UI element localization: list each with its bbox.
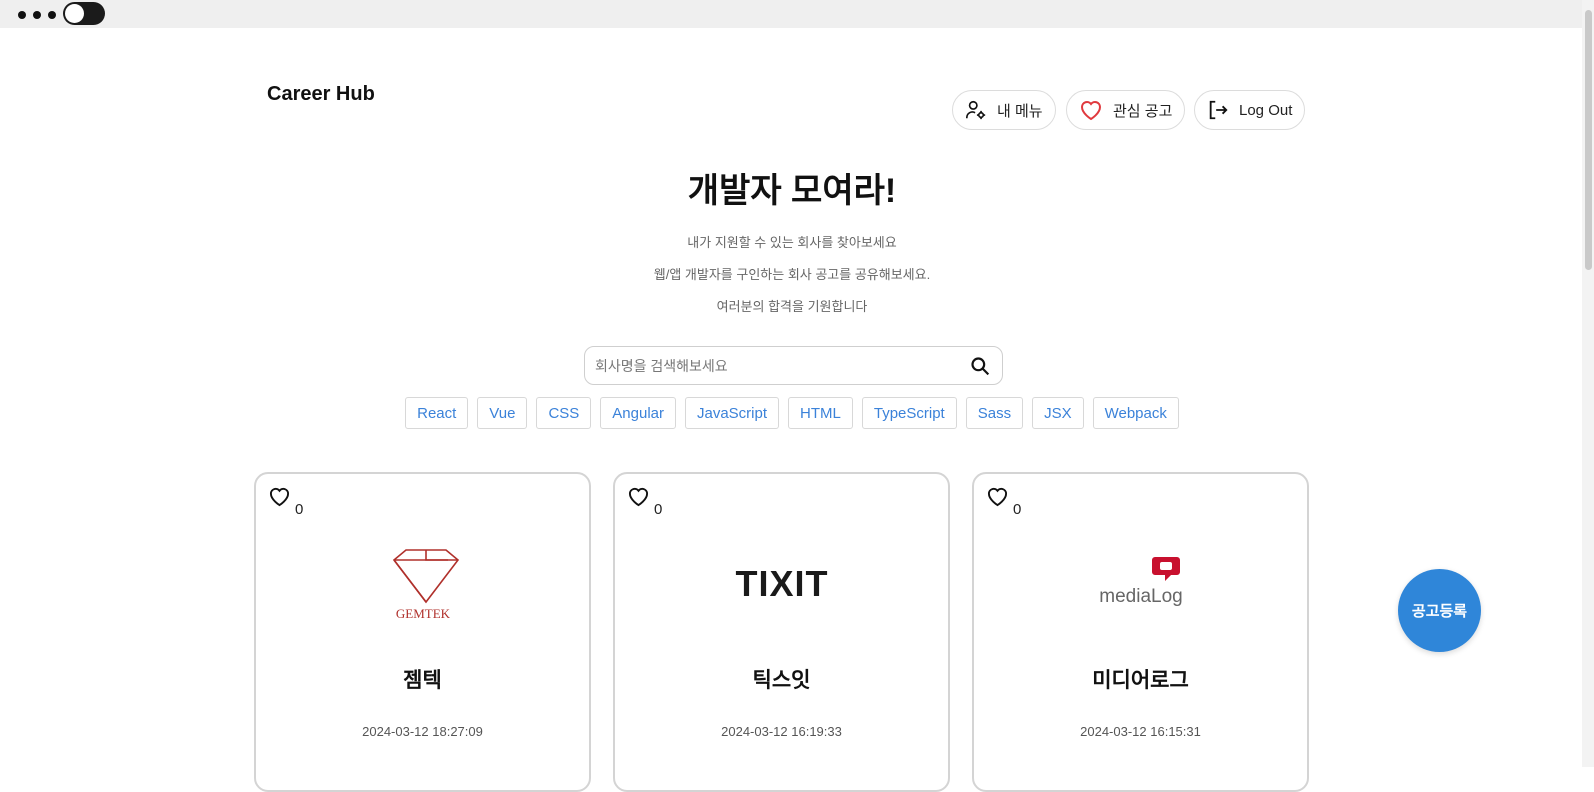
company-logo: TIXIT [615, 544, 948, 624]
job-card[interactable]: 0 mediaLog 미디어로그 2024-03-12 16:15:31 [972, 472, 1309, 792]
like-count: 0 [295, 501, 304, 518]
theme-toggle[interactable] [63, 2, 105, 25]
post-job-button[interactable]: 공고등록 [1398, 569, 1481, 652]
like-toggle[interactable]: 0 [986, 486, 1021, 518]
user-settings-icon [965, 99, 987, 121]
scrollbar[interactable] [1582, 0, 1594, 767]
window-dots [18, 11, 56, 19]
logout-icon [1207, 99, 1229, 121]
job-card[interactable]: 0 GEMTEK 젬텍 2024-03-12 18:27:09 [254, 472, 591, 792]
brand-logo[interactable]: Career Hub [267, 83, 375, 106]
heart-icon [1079, 99, 1103, 121]
tag-sass[interactable]: Sass [965, 397, 1024, 429]
hero-subtitle-1: 내가 지원할 수 있는 회사를 찾아보세요 [687, 235, 897, 250]
logout-button[interactable]: Log Out [1194, 90, 1306, 130]
company-name: 미디어로그 [1092, 669, 1189, 692]
hero-subtitle-2: 웹/앱 개발자를 구인하는 회사 공고를 공유해보세요. [653, 267, 931, 282]
search-box [584, 346, 1003, 385]
hero-subtitle-3: 여러분의 합격을 기원합니다 [716, 299, 868, 314]
logout-label: Log Out [1239, 101, 1293, 119]
company-logo: GEMTEK [256, 544, 589, 624]
like-toggle[interactable]: 0 [627, 486, 662, 518]
like-count: 0 [1013, 501, 1022, 518]
tag-css[interactable]: CSS [536, 397, 592, 429]
scrollbar-thumb[interactable] [1585, 10, 1592, 270]
company-name: 젬텍 [403, 669, 442, 692]
browser-topbar [0, 0, 1594, 28]
my-menu-button[interactable]: 내 메뉴 [952, 90, 1056, 130]
page-title: 개발자 모여라! [687, 172, 897, 210]
search-icon[interactable] [970, 356, 990, 381]
company-name: 틱스잇 [752, 669, 811, 692]
posted-date: 2024-03-12 16:19:33 [721, 724, 842, 739]
tag-webpack[interactable]: Webpack [1092, 397, 1179, 429]
heart-outline-icon [627, 486, 650, 512]
posted-date: 2024-03-12 18:27:09 [362, 724, 483, 739]
like-toggle[interactable]: 0 [268, 486, 303, 518]
medialog-logo-text: mediaLog [1099, 586, 1182, 607]
tag-javascript[interactable]: JavaScript [684, 397, 780, 429]
posted-date: 2024-03-12 16:15:31 [1080, 724, 1201, 739]
job-card[interactable]: 0 TIXIT 틱스잇 2024-03-12 16:19:33 [613, 472, 950, 792]
tag-filter-list: React Vue CSS Angular JavaScript HTML Ty… [0, 397, 1584, 429]
tag-jsx[interactable]: JSX [1032, 397, 1084, 429]
search-input[interactable] [595, 355, 955, 377]
company-logo: mediaLog [974, 544, 1307, 624]
heart-outline-icon [986, 486, 1009, 512]
tag-html[interactable]: HTML [788, 397, 853, 429]
tag-typescript[interactable]: TypeScript [861, 397, 957, 429]
gemtek-logo-text: GEMTEK [395, 606, 450, 621]
like-count: 0 [654, 501, 663, 518]
tag-react[interactable]: React [405, 397, 469, 429]
tag-angular[interactable]: Angular [600, 397, 676, 429]
my-menu-label: 내 메뉴 [997, 102, 1043, 120]
tixit-logo-text: TIXIT [735, 564, 828, 604]
favorites-label: 관심 공고 [1113, 102, 1173, 120]
favorites-button[interactable]: 관심 공고 [1066, 90, 1186, 130]
tag-vue[interactable]: Vue [477, 397, 528, 429]
heart-outline-icon [268, 486, 291, 512]
